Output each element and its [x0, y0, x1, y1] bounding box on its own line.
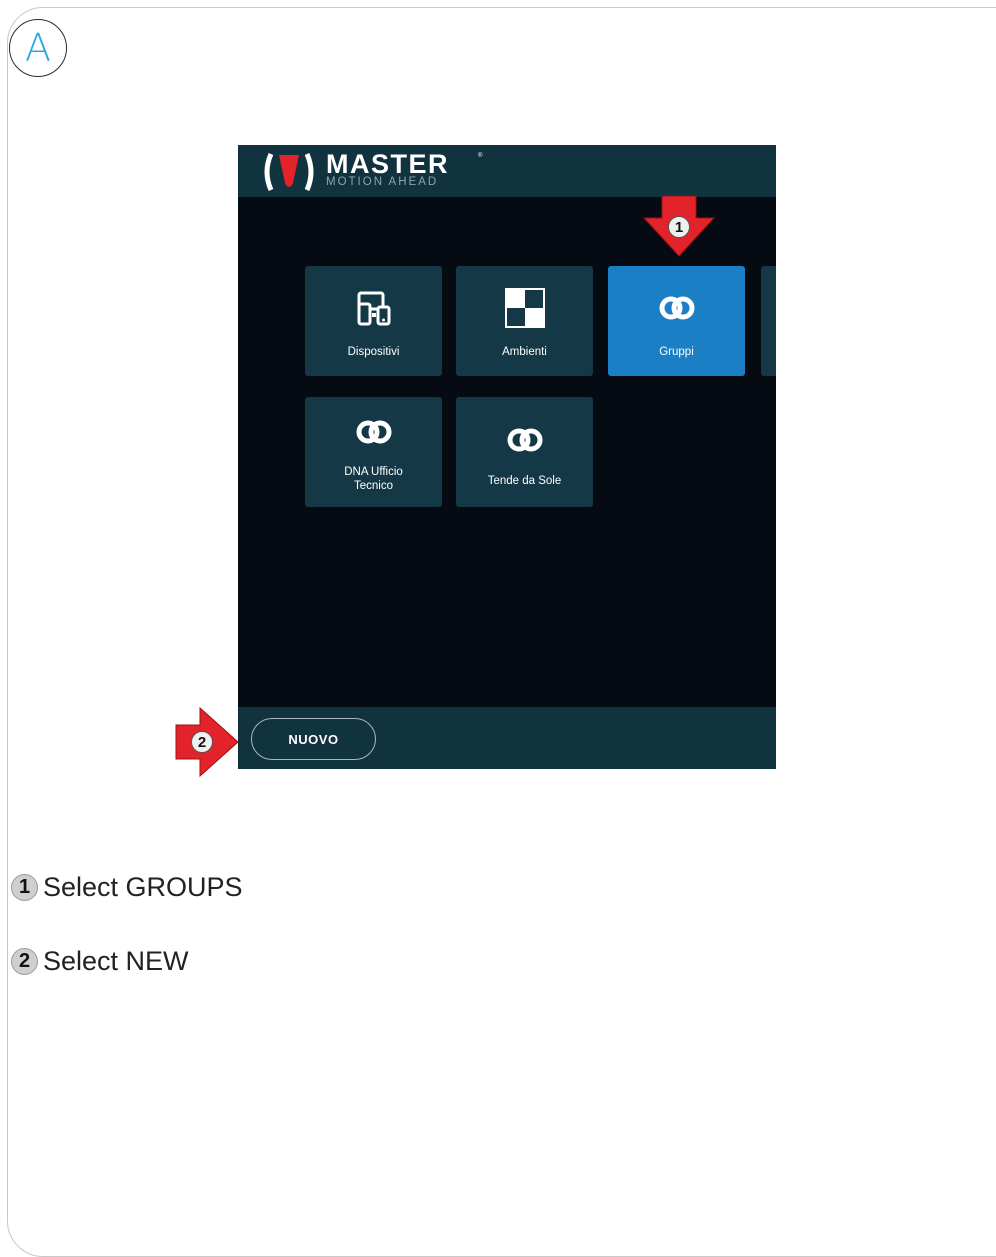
tile-dna-ufficio-tecnico[interactable]: DNA Ufficio Tecnico — [305, 397, 442, 507]
tile-label: Gruppi — [659, 346, 694, 358]
instruction-number: 2 — [11, 948, 38, 975]
rings-icon — [659, 296, 694, 320]
callout-arrow-2: 2 — [174, 706, 240, 778]
step-letter-badge: A — [9, 19, 67, 77]
registered-mark: ® — [478, 153, 483, 159]
new-button[interactable]: NUOVO — [251, 718, 376, 760]
tile-label: Dispositivi — [347, 346, 400, 358]
brand-tagline: MOTION AHEAD — [326, 176, 439, 188]
instruction-text: Select GROUPS — [43, 872, 243, 902]
callout-number: 2 — [191, 731, 213, 753]
instruction-number: 1 — [11, 874, 38, 901]
tile-ambienti[interactable]: Ambienti — [456, 266, 593, 376]
tile-label: Ambienti — [502, 346, 547, 358]
tile-label: DNA Ufficio Tecnico — [344, 466, 403, 492]
devices-icon — [357, 291, 390, 326]
app-footer: NUOVO — [238, 707, 776, 769]
tile-gruppi[interactable]: Gruppi — [608, 266, 745, 376]
instruction-line-1: 1 Select GROUPS — [11, 872, 243, 903]
rings-icon — [356, 420, 391, 444]
callout-arrow-1: 1 — [642, 194, 716, 258]
tile-label: Tende da Sole — [487, 475, 562, 487]
instruction-text: Select NEW — [43, 946, 189, 976]
tile-tende-da-sole[interactable]: Tende da Sole — [456, 397, 593, 507]
tile-dispositivi[interactable]: Dispositivi — [305, 266, 442, 376]
rooms-grid-icon — [504, 288, 545, 328]
instruction-line-2: 2 Select NEW — [11, 946, 189, 977]
callout-number: 1 — [668, 216, 690, 238]
master-logo-icon — [264, 152, 314, 192]
app-header: MASTER ® MOTION AHEAD — [238, 145, 776, 197]
tile-partial-offscreen[interactable] — [761, 266, 776, 376]
rings-icon — [507, 428, 542, 452]
